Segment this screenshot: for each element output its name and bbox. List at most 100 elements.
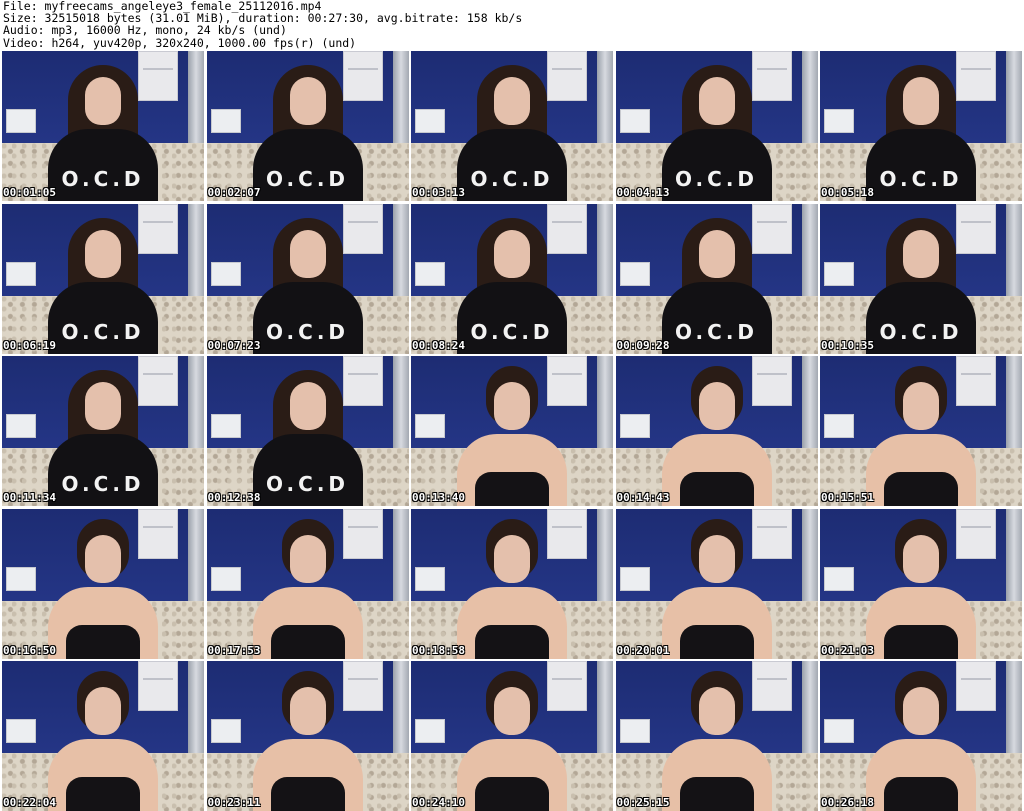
person: O.C.D <box>452 214 572 354</box>
shirt-print: O.C.D <box>674 167 759 191</box>
video-thumbnail[interactable]: 00:21:03 <box>820 508 1022 659</box>
torso: O.C.D <box>252 281 363 354</box>
timestamp-label: 00:05:18 <box>821 186 874 199</box>
side-shelf <box>415 566 445 591</box>
timestamp-label: 00:14:43 <box>616 491 670 504</box>
face <box>698 534 735 583</box>
timestamp-label: 00:21:03 <box>821 643 874 657</box>
torso <box>48 739 158 811</box>
shirt-print: O.C.D <box>674 319 759 344</box>
video-thumbnail[interactable]: 00:17:53 <box>206 508 409 659</box>
person <box>452 366 572 506</box>
torso: O.C.D <box>252 434 363 506</box>
side-shelf <box>210 109 241 133</box>
timestamp-label: 00:15:51 <box>821 491 874 504</box>
torso <box>457 739 567 811</box>
video-thumbnail[interactable]: O.C.D 00:08:24 <box>411 203 613 354</box>
video-thumbnail[interactable]: O.C.D 00:07:23 <box>206 203 409 354</box>
torso: O.C.D <box>457 281 567 354</box>
torso <box>661 739 772 811</box>
audio-line: Audio: mp3, 16000 Hz, mono, 24 kb/s (und… <box>3 23 287 38</box>
video-thumbnail[interactable]: 00:24:10 <box>411 661 613 811</box>
video-thumbnail[interactable]: O.C.D 00:03:13 <box>411 51 613 201</box>
shirt-print: O.C.D <box>265 472 350 496</box>
timestamp-label: 00:26:18 <box>821 796 874 809</box>
video-thumbnail[interactable]: O.C.D 00:09:28 <box>615 203 818 354</box>
face <box>85 687 121 735</box>
shirt-print: O.C.D <box>470 319 554 344</box>
side-shelf <box>824 566 854 591</box>
torso: O.C.D <box>252 129 363 201</box>
side-shelf <box>210 566 241 591</box>
timestamp-label: 00:11:34 <box>3 491 56 504</box>
torso <box>661 434 772 506</box>
person <box>43 671 163 811</box>
person: O.C.D <box>248 214 368 354</box>
video-thumbnail[interactable]: 00:23:11 <box>206 661 409 811</box>
person <box>452 518 572 659</box>
person <box>657 518 777 659</box>
face <box>85 534 121 583</box>
side-shelf <box>210 414 241 438</box>
person: O.C.D <box>861 61 981 201</box>
timestamp-label: 00:01:05 <box>3 186 56 199</box>
video-thumbnail[interactable]: 00:14:43 <box>615 356 818 506</box>
side-shelf <box>210 719 241 743</box>
person: O.C.D <box>657 61 777 201</box>
side-shelf <box>824 109 854 133</box>
video-thumbnail[interactable]: O.C.D 00:01:05 <box>2 51 204 201</box>
shirt-print: O.C.D <box>265 319 350 344</box>
person: O.C.D <box>43 61 163 201</box>
torso <box>866 434 976 506</box>
side-shelf <box>619 566 650 591</box>
person <box>43 518 163 659</box>
video-thumbnail[interactable]: 00:20:01 <box>615 508 818 659</box>
timestamp-label: 00:24:10 <box>412 796 465 809</box>
torso: O.C.D <box>866 281 976 354</box>
video-thumbnail[interactable]: O.C.D 00:12:38 <box>206 356 409 506</box>
thumbnail-grid: O.C.D 00:01:05 O.C.D 00:02:07 O.C.D 00:03:13 O… <box>2 51 1022 811</box>
person <box>657 366 777 506</box>
video-thumbnail[interactable]: O.C.D 00:10:35 <box>820 203 1022 354</box>
timestamp-label: 00:18:58 <box>412 643 465 657</box>
torso: O.C.D <box>48 129 158 201</box>
video-thumbnail[interactable]: 00:22:04 <box>2 661 204 811</box>
side-shelf <box>619 261 650 286</box>
face <box>903 229 939 278</box>
video-thumbnail[interactable]: O.C.D 00:02:07 <box>206 51 409 201</box>
video-thumbnail[interactable]: 00:13:40 <box>411 356 613 506</box>
face <box>698 382 735 430</box>
face <box>494 229 530 278</box>
video-thumbnail[interactable]: O.C.D 00:04:13 <box>615 51 818 201</box>
person <box>861 518 981 659</box>
side-shelf <box>824 414 854 438</box>
video-thumbnail[interactable]: 00:16:50 <box>2 508 204 659</box>
video-thumbnail[interactable]: 00:25:15 <box>615 661 818 811</box>
video-thumbnail[interactable]: O.C.D 00:05:18 <box>820 51 1022 201</box>
side-shelf <box>210 261 241 286</box>
person: O.C.D <box>248 61 368 201</box>
side-shelf <box>415 719 445 743</box>
torso <box>866 739 976 811</box>
timestamp-label: 00:16:50 <box>3 643 56 657</box>
video-thumbnail[interactable]: O.C.D 00:06:19 <box>2 203 204 354</box>
shirt-print: O.C.D <box>61 167 145 191</box>
face <box>85 382 121 430</box>
face <box>494 534 530 583</box>
face <box>903 534 939 583</box>
face <box>494 687 530 735</box>
face <box>903 77 939 125</box>
side-shelf <box>824 719 854 743</box>
face <box>903 382 939 430</box>
torso <box>252 739 363 811</box>
torso <box>866 586 976 659</box>
video-thumbnail[interactable]: O.C.D 00:11:34 <box>2 356 204 506</box>
side-shelf <box>415 109 445 133</box>
video-thumbnail[interactable]: 00:15:51 <box>820 356 1022 506</box>
timestamp-label: 00:17:53 <box>207 643 261 657</box>
shirt-print: O.C.D <box>470 167 554 191</box>
video-thumbnail[interactable]: 00:26:18 <box>820 661 1022 811</box>
video-thumbnail[interactable]: 00:18:58 <box>411 508 613 659</box>
face <box>698 77 735 125</box>
shirt-print: O.C.D <box>879 319 963 344</box>
